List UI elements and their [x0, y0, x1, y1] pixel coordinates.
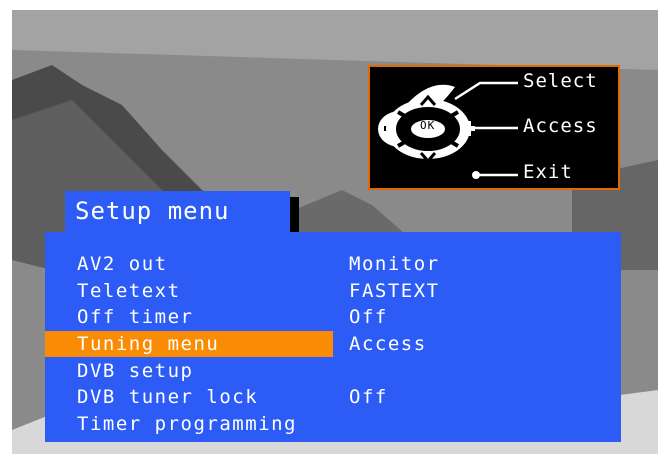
- menu-item-teletext[interactable]: Teletext FASTEXT: [45, 278, 621, 304]
- menu-item-value: Access: [349, 333, 427, 355]
- setup-menu-list: AV2 out Monitor Teletext FASTEXT Off tim…: [45, 232, 621, 442]
- menu-item-label: Tuning menu: [77, 333, 220, 355]
- menu-item-dvb-setup[interactable]: DVB setup: [45, 358, 621, 384]
- menu-item-value: Off: [349, 386, 388, 408]
- ok-label: OK: [420, 119, 436, 132]
- menu-item-dvb-tuner-lock[interactable]: DVB tuner lock Off: [45, 384, 621, 410]
- exit-label: Exit: [523, 161, 573, 183]
- menu-item-label: DVB setup: [77, 360, 194, 382]
- menu-item-off-timer[interactable]: Off timer Off: [45, 304, 621, 330]
- remote-help-panel: OK Select Access Exit: [368, 65, 620, 190]
- menu-item-value: Off: [349, 306, 388, 328]
- menu-item-value: Monitor: [349, 253, 440, 275]
- menu-title: Setup menu: [65, 191, 290, 233]
- menu-item-av2-out[interactable]: AV2 out Monitor: [45, 251, 621, 277]
- select-label: Select: [523, 70, 598, 92]
- menu-item-timer-programming[interactable]: Timer programming: [45, 411, 621, 437]
- menu-item-label: DVB tuner lock: [77, 386, 259, 408]
- menu-item-label: AV2 out: [77, 253, 168, 275]
- menu-item-value: FASTEXT: [349, 280, 440, 302]
- menu-item-tuning-menu[interactable]: Tuning menu Access: [45, 331, 621, 357]
- menu-item-label: Timer programming: [77, 413, 297, 435]
- access-label: Access: [523, 115, 598, 137]
- menu-item-label: Off timer: [77, 306, 194, 328]
- menu-item-label: Teletext: [77, 280, 181, 302]
